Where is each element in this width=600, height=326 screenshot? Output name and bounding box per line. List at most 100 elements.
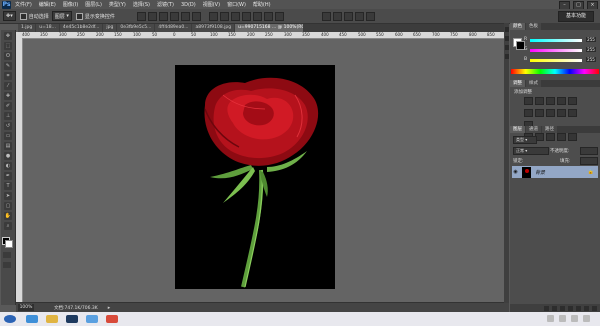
workspace-switcher[interactable]: 基本功能: [558, 11, 594, 22]
gradient-map-icon[interactable]: [557, 133, 566, 141]
menu-edit[interactable]: 编辑(E): [39, 1, 56, 8]
menu-image[interactable]: 图像(I): [63, 1, 78, 8]
blend-mode-dropdown[interactable]: 正常 ▾: [513, 147, 549, 155]
quick-select-tool-icon[interactable]: ✎: [4, 62, 12, 70]
menu-type[interactable]: 类型(Y): [109, 1, 126, 8]
tab-styles[interactable]: 样式: [526, 80, 541, 87]
taskbar-app-icon[interactable]: [106, 315, 118, 323]
menu-select[interactable]: 选择(S): [133, 1, 150, 8]
red-gradient[interactable]: [530, 39, 582, 42]
eyedropper-tool-icon[interactable]: ⁄: [4, 82, 12, 90]
brightness-icon[interactable]: [524, 97, 533, 105]
zoom-level[interactable]: 100%: [18, 304, 34, 311]
gradient-tool-icon[interactable]: ▤: [4, 142, 12, 150]
layer-style-icon[interactable]: [552, 305, 557, 311]
history-brush-tool-icon[interactable]: ↺: [4, 122, 12, 130]
align-left-icon[interactable]: [169, 11, 179, 21]
tab-swatches[interactable]: 色板: [526, 23, 541, 30]
clone-stamp-tool-icon[interactable]: ⊥: [4, 112, 12, 120]
tab-channels[interactable]: 通道: [526, 126, 541, 133]
selective-color-icon[interactable]: [568, 133, 577, 141]
screen-mode-icon[interactable]: [3, 262, 11, 268]
levels-icon[interactable]: [535, 97, 544, 105]
doc-tab[interactable]: jpg: [103, 24, 117, 32]
fill-field[interactable]: [580, 157, 598, 165]
doc-tab[interactable]: 4e45c1b8e2df...: [59, 24, 103, 32]
shape-tool-icon[interactable]: ▢: [4, 202, 12, 210]
blue-value[interactable]: 255: [586, 57, 596, 62]
auto-select-checkbox[interactable]: [19, 12, 27, 20]
status-menu-arrow-icon[interactable]: ▸: [108, 305, 111, 311]
threshold-icon[interactable]: [546, 133, 555, 141]
distribute-icon[interactable]: [219, 11, 229, 21]
history-panel-icon[interactable]: [504, 27, 509, 32]
type-tool-icon[interactable]: T: [4, 182, 12, 190]
move-tool-icon[interactable]: ✥▾: [3, 11, 16, 21]
pen-tool-icon[interactable]: ✒: [4, 172, 12, 180]
tab-adjustments[interactable]: 调整: [510, 80, 525, 87]
doc-tab[interactable]: 4ff4d89ea0...: [155, 24, 192, 32]
red-value[interactable]: 255: [586, 37, 596, 42]
auto-select-dropdown[interactable]: 图层 ▾: [51, 11, 72, 21]
layer-name[interactable]: 背景: [535, 169, 545, 176]
black-white-icon[interactable]: [546, 109, 555, 117]
crop-tool-icon[interactable]: ⌗: [4, 72, 12, 80]
move-tool-icon[interactable]: ✥: [4, 32, 12, 40]
background-color-swatch[interactable]: [5, 240, 13, 248]
photo-filter-icon[interactable]: [557, 109, 566, 117]
3d-scale-icon[interactable]: [365, 11, 375, 21]
tray-icon[interactable]: [583, 315, 590, 322]
taskbar-ie-icon[interactable]: [26, 315, 38, 323]
properties-panel-icon[interactable]: [504, 36, 509, 41]
color-spectrum-bar[interactable]: [511, 69, 599, 74]
hue-saturation-icon[interactable]: [524, 109, 533, 117]
align-top-icon[interactable]: [136, 11, 146, 21]
green-gradient[interactable]: [530, 49, 582, 52]
menu-filter[interactable]: 滤镜(T): [157, 1, 174, 8]
eraser-tool-icon[interactable]: ▭: [4, 132, 12, 140]
3d-rotate-icon[interactable]: [321, 11, 331, 21]
dodge-tool-icon[interactable]: ◐: [4, 162, 12, 170]
blur-tool-icon[interactable]: ●: [4, 152, 12, 160]
distribute-icon[interactable]: [252, 11, 262, 21]
auto-align-icon[interactable]: [274, 11, 284, 21]
3d-roll-icon[interactable]: [332, 11, 342, 21]
tray-icon[interactable]: [571, 315, 578, 322]
path-select-tool-icon[interactable]: ➤: [4, 192, 12, 200]
green-value[interactable]: 255: [586, 47, 596, 52]
zoom-tool-icon[interactable]: ⌕: [4, 222, 12, 230]
distribute-icon[interactable]: [263, 11, 273, 21]
new-group-icon[interactable]: [576, 305, 581, 311]
tab-color[interactable]: 颜色: [510, 23, 525, 30]
new-layer-icon[interactable]: [584, 305, 589, 311]
menu-file[interactable]: 文件(F): [15, 1, 32, 8]
distribute-icon[interactable]: [208, 11, 218, 21]
doc-tab[interactable]: 1.jpg: [18, 24, 36, 32]
start-button-icon[interactable]: [4, 315, 16, 323]
3d-slide-icon[interactable]: [354, 11, 364, 21]
menu-help[interactable]: 帮助(H): [253, 1, 271, 8]
doc-tab[interactable]: u=18...: [36, 24, 59, 32]
add-mask-icon[interactable]: [560, 305, 565, 311]
menu-window[interactable]: 窗口(W): [227, 1, 246, 8]
marquee-tool-icon[interactable]: ⬚: [4, 42, 12, 50]
tab-paths[interactable]: 路径: [542, 126, 557, 133]
distribute-icon[interactable]: [241, 11, 251, 21]
vibrance-icon[interactable]: [568, 97, 577, 105]
align-center-icon[interactable]: [180, 11, 190, 21]
healing-tool-icon[interactable]: ✚: [4, 92, 12, 100]
rose-photo[interactable]: [175, 65, 335, 289]
exposure-icon[interactable]: [557, 97, 566, 105]
doc-tab[interactable]: a8973f9108.jpg: [192, 24, 235, 32]
brush-tool-icon[interactable]: ✐: [4, 102, 12, 110]
doc-tab-active[interactable]: u=990715168 ... @ 100%(RGB/8#): [235, 24, 304, 32]
menu-layer[interactable]: 图层(L): [85, 1, 102, 8]
3d-drag-icon[interactable]: [343, 11, 353, 21]
taskbar-folder-icon[interactable]: [46, 315, 58, 323]
layer-row-background[interactable]: ◉ 背景 🔒: [512, 166, 598, 178]
hand-tool-icon[interactable]: ✋: [4, 212, 12, 220]
layer-filter-kind[interactable]: 类型 ▾: [513, 136, 537, 144]
tab-layers[interactable]: 图层: [510, 126, 525, 133]
lasso-tool-icon[interactable]: ʘ: [4, 52, 12, 60]
curves-icon[interactable]: [546, 97, 555, 105]
